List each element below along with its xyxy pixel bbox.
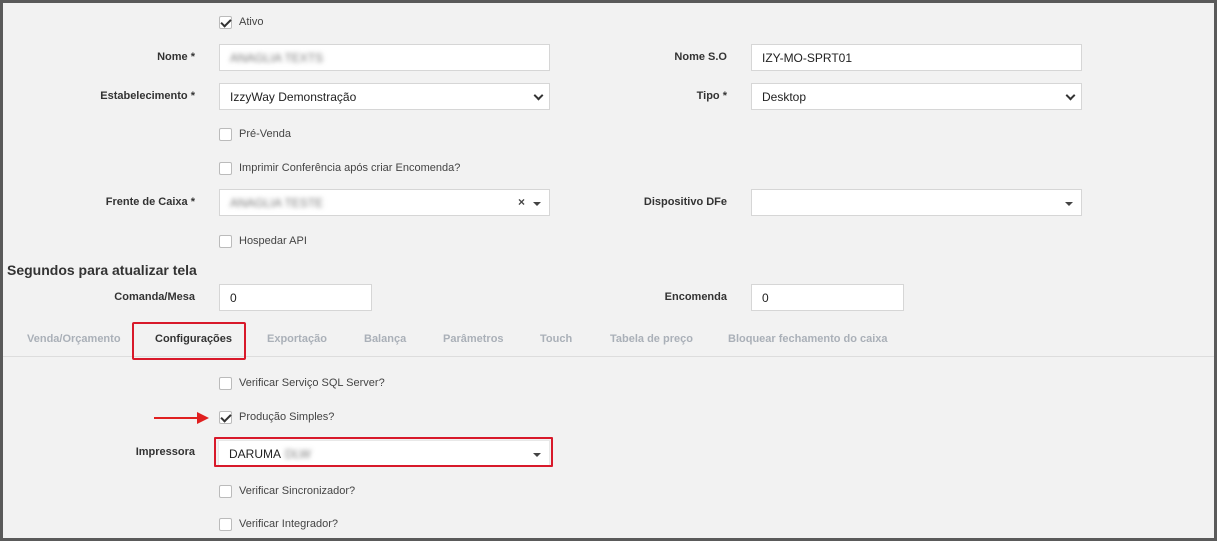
comanda-label: Comanda/Mesa bbox=[114, 291, 195, 303]
ativo-checkbox-row[interactable]: Ativo bbox=[219, 14, 263, 30]
producao-checkbox[interactable] bbox=[219, 410, 232, 424]
sincronizador-label: Verificar Sincronizador? bbox=[239, 485, 356, 497]
impressora-highlight bbox=[214, 437, 553, 467]
sql-checkbox[interactable] bbox=[219, 376, 232, 390]
sql-checkbox-row[interactable]: Verificar Serviço SQL Server? bbox=[219, 375, 385, 391]
dispositivo-select[interactable] bbox=[751, 189, 1082, 216]
estabelecimento-label: Estabelecimento * bbox=[100, 90, 195, 102]
nome-input[interactable]: ANAGLIA TEXTS bbox=[219, 44, 550, 71]
chevron-down-icon bbox=[1065, 90, 1076, 101]
encomenda-input[interactable]: 0 bbox=[751, 284, 904, 311]
impressora-label: Impressora bbox=[135, 446, 195, 458]
tipo-select[interactable]: Desktop bbox=[751, 83, 1082, 110]
pre-venda-checkbox-row[interactable]: Pré-Venda bbox=[219, 126, 291, 142]
sql-label: Verificar Serviço SQL Server? bbox=[239, 377, 385, 389]
caret-down-icon bbox=[533, 202, 541, 206]
hospedar-checkbox-row[interactable]: Hospedar API bbox=[219, 233, 307, 249]
arrow-line bbox=[154, 417, 198, 419]
tab-balanca[interactable]: Balança bbox=[364, 333, 406, 345]
arrow-right-icon bbox=[197, 412, 209, 424]
ativo-checkbox[interactable] bbox=[219, 15, 232, 29]
sincronizador-checkbox-row[interactable]: Verificar Sincronizador? bbox=[219, 483, 355, 499]
frente-caixa-select[interactable]: ANAGLIA TESTE × bbox=[219, 189, 550, 216]
clear-icon[interactable]: × bbox=[518, 195, 525, 209]
integrador-label: Verificar Integrador? bbox=[239, 518, 339, 530]
tab-parametros[interactable]: Parâmetros bbox=[443, 333, 504, 345]
form-panel: Ativo Nome * ANAGLIA TEXTS Nome S.O IZY-… bbox=[3, 3, 1214, 538]
tab-tabela-preco[interactable]: Tabela de preço bbox=[610, 333, 693, 345]
hospedar-checkbox[interactable] bbox=[219, 234, 232, 248]
dispositivo-label: Dispositivo DFe bbox=[643, 196, 727, 208]
chevron-down-icon bbox=[533, 90, 544, 101]
nome-so-input[interactable]: IZY-MO-SPRT01 bbox=[751, 44, 1082, 71]
imprimir-checkbox-row[interactable]: Imprimir Conferência após criar Encomend… bbox=[219, 160, 460, 176]
producao-label: Produção Simples? bbox=[239, 411, 335, 423]
nome-label: Nome * bbox=[157, 51, 195, 63]
active-tab-highlight bbox=[132, 322, 246, 360]
tab-exportacao[interactable]: Exportação bbox=[267, 333, 327, 345]
nome-so-label: Nome S.O bbox=[674, 51, 727, 63]
encomenda-label: Encomenda bbox=[664, 291, 727, 303]
integrador-checkbox-row[interactable]: Verificar Integrador? bbox=[219, 516, 338, 532]
refresh-section-title: Segundos para atualizar tela bbox=[7, 262, 197, 278]
ativo-label: Ativo bbox=[239, 16, 264, 28]
estabelecimento-select[interactable]: IzzyWay Demonstração bbox=[219, 83, 550, 110]
tab-venda-orcamento[interactable]: Venda/Orçamento bbox=[27, 333, 121, 345]
integrador-checkbox[interactable] bbox=[219, 517, 232, 531]
pre-venda-checkbox[interactable] bbox=[219, 127, 232, 141]
tab-touch[interactable]: Touch bbox=[540, 333, 572, 345]
producao-checkbox-row[interactable]: Produção Simples? bbox=[219, 409, 334, 425]
imprimir-checkbox[interactable] bbox=[219, 161, 232, 175]
tipo-label: Tipo * bbox=[696, 90, 727, 102]
frente-caixa-label: Frente de Caixa * bbox=[105, 196, 195, 208]
tab-bloquear-fechamento[interactable]: Bloquear fechamento do caixa bbox=[728, 333, 888, 345]
comanda-input[interactable]: 0 bbox=[219, 284, 372, 311]
hospedar-label: Hospedar API bbox=[239, 235, 307, 247]
caret-down-icon bbox=[1065, 202, 1073, 206]
sincronizador-checkbox[interactable] bbox=[219, 484, 232, 498]
imprimir-label: Imprimir Conferência após criar Encomend… bbox=[239, 162, 461, 174]
pre-venda-label: Pré-Venda bbox=[239, 128, 291, 140]
